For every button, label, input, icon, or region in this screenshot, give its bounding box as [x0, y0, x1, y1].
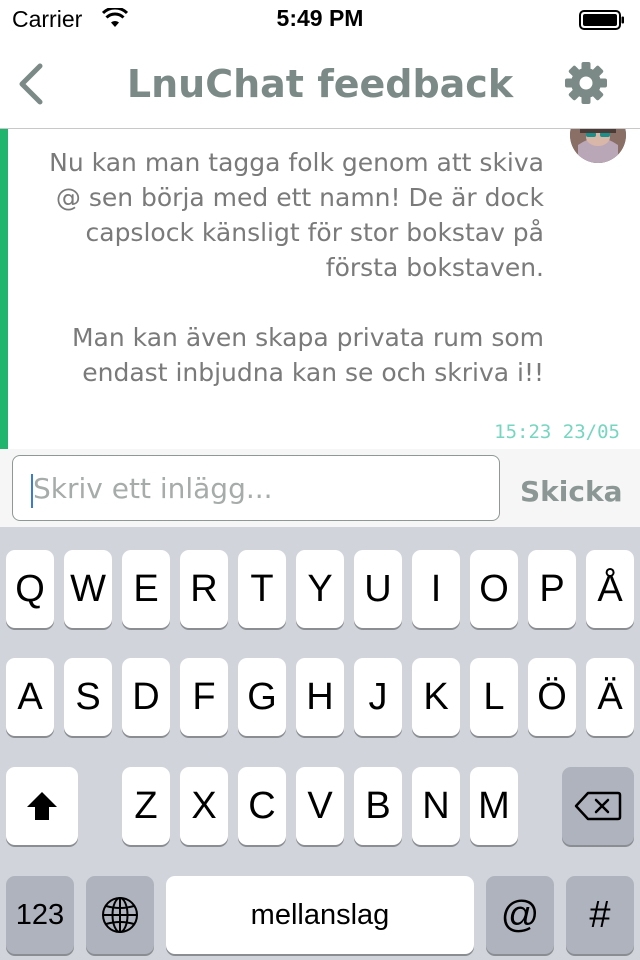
on-screen-keyboard: Q W E R T Y U I O P Å A S D F G H J K L …: [0, 527, 640, 960]
key-j[interactable]: J: [354, 658, 402, 736]
key-x[interactable]: X: [180, 767, 228, 845]
key-o[interactable]: O: [470, 550, 518, 628]
key-d[interactable]: D: [122, 658, 170, 736]
user-avatar[interactable]: [570, 129, 626, 163]
gear-icon[interactable]: [563, 60, 609, 106]
key-h[interactable]: H: [296, 658, 344, 736]
key-l[interactable]: L: [470, 658, 518, 736]
globe-key[interactable]: [86, 876, 154, 954]
key-o-umlaut[interactable]: Ö: [528, 658, 576, 736]
key-r[interactable]: R: [180, 550, 228, 628]
at-key[interactable]: @: [486, 876, 554, 954]
message-paragraph: Man kan även skapa privata rum som endas…: [71, 323, 544, 387]
message-paragraph: Nu kan man tagga folk genom att skiva @ …: [49, 148, 544, 282]
clock: 5:49 PM: [276, 5, 364, 31]
key-i[interactable]: I: [412, 550, 460, 628]
key-q[interactable]: Q: [6, 550, 54, 628]
key-z[interactable]: Z: [122, 767, 170, 845]
key-a[interactable]: A: [6, 658, 54, 736]
globe-icon: [102, 897, 138, 933]
key-v[interactable]: V: [296, 767, 344, 845]
key-s[interactable]: S: [64, 658, 112, 736]
backspace-icon: [574, 791, 622, 821]
key-w[interactable]: W: [64, 550, 112, 628]
message-accent-bar: [0, 129, 8, 449]
input-placeholder: Skriv ett inlägg...: [33, 472, 273, 505]
key-u[interactable]: U: [354, 550, 402, 628]
chat-message-area[interactable]: Nu kan man tagga folk genom att skiva @ …: [0, 129, 640, 449]
key-a-umlaut[interactable]: Ä: [586, 658, 634, 736]
space-key[interactable]: mellanslag: [166, 876, 474, 954]
navigation-bar: LnuChat feedback: [0, 40, 640, 129]
delete-key[interactable]: [562, 767, 634, 845]
key-g[interactable]: G: [238, 658, 286, 736]
message-text: Nu kan man tagga folk genom att skiva @ …: [18, 145, 544, 390]
send-button[interactable]: Skicka: [520, 475, 623, 508]
key-y[interactable]: Y: [296, 550, 344, 628]
key-a-ring[interactable]: Å: [586, 550, 634, 628]
shift-key[interactable]: [6, 767, 78, 845]
key-e[interactable]: E: [122, 550, 170, 628]
message-timestamp: 15:23 23/05: [494, 421, 620, 443]
key-m[interactable]: M: [470, 767, 518, 845]
battery-icon: [579, 10, 624, 30]
key-c[interactable]: C: [238, 767, 286, 845]
key-p[interactable]: P: [528, 550, 576, 628]
key-f[interactable]: F: [180, 658, 228, 736]
key-k[interactable]: K: [412, 658, 460, 736]
status-bar: Carrier 5:49 PM: [0, 0, 640, 40]
composer-bar: Skriv ett inlägg... Skicka: [0, 449, 640, 527]
key-n[interactable]: N: [412, 767, 460, 845]
page-title: LnuChat feedback: [126, 62, 514, 106]
key-b[interactable]: B: [354, 767, 402, 845]
shift-arrow-icon: [27, 792, 57, 820]
key-t[interactable]: T: [238, 550, 286, 628]
hash-key[interactable]: #: [566, 876, 634, 954]
numbers-key[interactable]: 123: [6, 876, 74, 954]
message-input[interactable]: Skriv ett inlägg...: [12, 455, 500, 521]
